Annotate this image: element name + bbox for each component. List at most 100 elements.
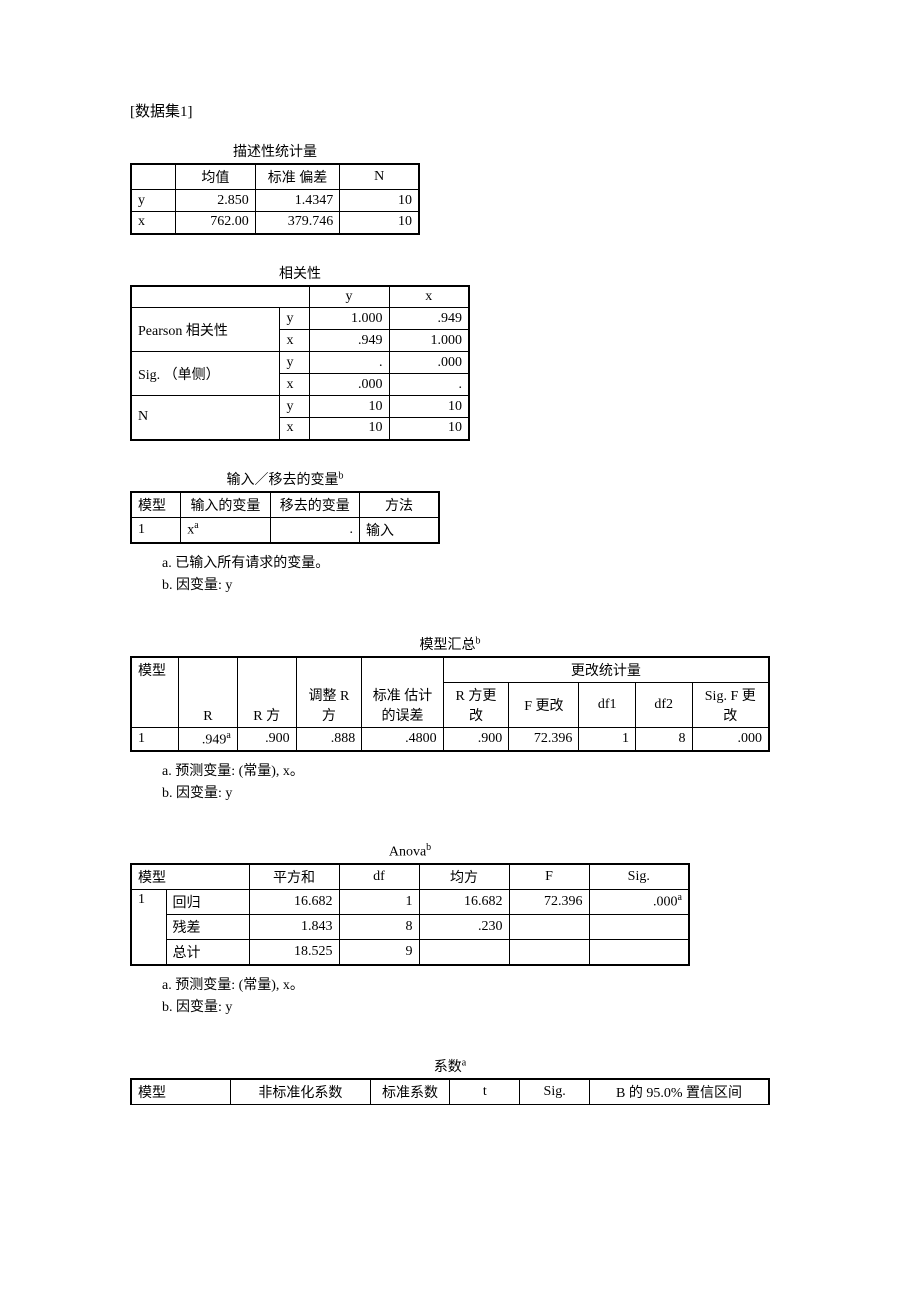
cell-n: 10 — [340, 212, 419, 234]
footnote: b. 因变量: y — [162, 574, 790, 594]
cell-var: x — [280, 374, 309, 396]
cell-val: 10 — [309, 418, 389, 440]
table-row: x 762.00 379.746 10 — [131, 212, 419, 234]
footnote: b. 因变量: y — [162, 996, 790, 1016]
cell-var: y — [280, 396, 309, 418]
cell-var: x — [280, 418, 309, 440]
table-row: 1 .949a .900 .888 .4800 .900 72.396 1 8 … — [131, 727, 769, 751]
header-blank — [131, 164, 176, 190]
cell-group: Sig. （单侧） — [131, 352, 280, 396]
anova-title: Anovab — [130, 842, 690, 861]
cell-sigfchg: .000 — [692, 727, 769, 751]
cell-r: .949a — [179, 727, 238, 751]
cell-std: 1.4347 — [255, 190, 340, 212]
model-summary-section: 模型汇总b 模型 R R 方 调整 R 方 标准 估计的误差 更改统计量 R 方… — [130, 634, 790, 803]
header-mean: 均值 — [176, 164, 256, 190]
header-r: R — [179, 657, 238, 728]
table-header-row: y x — [131, 286, 469, 308]
cell-sig — [589, 939, 689, 965]
table-row: Pearson 相关性 y 1.000 .949 — [131, 308, 469, 330]
cell-ss: 18.525 — [249, 939, 339, 965]
header-sig: Sig. — [520, 1079, 590, 1105]
cell-f: 72.396 — [509, 889, 589, 914]
vars-entered-table: 模型 输入的变量 移去的变量 方法 1 xa . 输入 — [130, 491, 440, 544]
header-df1: df1 — [579, 682, 636, 727]
header-ms: 均方 — [419, 864, 509, 890]
r-sup: a — [226, 730, 230, 741]
table-header-row: 模型 输入的变量 移去的变量 方法 — [131, 492, 439, 518]
cell-val: 1.000 — [309, 308, 389, 330]
cell-ms — [419, 939, 509, 965]
header-x: x — [389, 286, 469, 308]
cell-df1: 1 — [579, 727, 636, 751]
anova-section: Anovab 模型 平方和 df 均方 F Sig. 1 回归 16.682 1… — [130, 842, 790, 1016]
cell-var: y — [131, 190, 176, 212]
model-summary-title: 模型汇总b — [130, 634, 770, 654]
title-sup: a — [462, 1057, 466, 1068]
cell-f — [509, 914, 589, 939]
correlations-title: 相关性 — [130, 263, 470, 283]
table-row: N y 10 10 — [131, 396, 469, 418]
table-header-row: 均值 标准 偏差 N — [131, 164, 419, 190]
cell-label: 总计 — [166, 939, 249, 965]
header-std: 标准 偏差 — [255, 164, 340, 190]
cell-stderr: .4800 — [362, 727, 443, 751]
cell-val: 10 — [389, 396, 469, 418]
cell-label: 回归 — [166, 889, 249, 914]
cell-df: 8 — [339, 914, 419, 939]
table-row: 总计 18.525 9 — [131, 939, 689, 965]
vars-entered-title: 输入／移去的变量b — [130, 469, 440, 489]
cell-model: 1 — [131, 517, 181, 543]
cell-group: N — [131, 396, 280, 440]
table-row: Sig. （单侧） y . .000 — [131, 352, 469, 374]
cell-val: .949 — [389, 308, 469, 330]
footnote: b. 因变量: y — [162, 782, 790, 802]
anova-table: 模型 平方和 df 均方 F Sig. 1 回归 16.682 1 16.682… — [130, 863, 690, 966]
header-model: 模型 — [131, 1079, 231, 1105]
cell-var: x — [280, 330, 309, 352]
cell-df: 9 — [339, 939, 419, 965]
cell-val: . — [389, 374, 469, 396]
cell-group: Pearson 相关性 — [131, 308, 280, 352]
cell-sig — [589, 914, 689, 939]
header-ss: 平方和 — [249, 864, 339, 890]
header-fchg: F 更改 — [509, 682, 579, 727]
table-row: y 2.850 1.4347 10 — [131, 190, 419, 212]
coefficients-section: 系数a 模型 非标准化系数 标准系数 t Sig. B 的 95.0% 置信区间 — [130, 1056, 790, 1105]
title-text: Anova — [389, 845, 426, 860]
cell-ms: .230 — [419, 914, 509, 939]
cell-df: 1 — [339, 889, 419, 914]
sig-sup: a — [678, 892, 682, 903]
title-sup: b — [476, 635, 481, 646]
cell-val: . — [309, 352, 389, 374]
table-row: 残差 1.843 8 .230 — [131, 914, 689, 939]
coefficients-table: 模型 非标准化系数 标准系数 t Sig. B 的 95.0% 置信区间 — [130, 1078, 770, 1105]
title-sup: b — [339, 470, 344, 481]
cell-ms: 16.682 — [419, 889, 509, 914]
header-change-stats: 更改统计量 — [443, 657, 769, 683]
header-model: 模型 — [131, 864, 249, 890]
header-blank — [131, 286, 309, 308]
r-text: .949 — [202, 732, 227, 747]
cell-removed: . — [270, 517, 359, 543]
footnote: a. 预测变量: (常量), x。 — [162, 760, 790, 780]
header-df2: df2 — [635, 682, 692, 727]
header-t: t — [450, 1079, 520, 1105]
entered-sup: a — [194, 520, 198, 531]
vars-entered-section: 输入／移去的变量b 模型 输入的变量 移去的变量 方法 1 xa . 输入 a.… — [130, 469, 790, 594]
correlations-section: 相关性 y x Pearson 相关性 y 1.000 .949 x .949 … — [130, 263, 790, 441]
sig-text: .000 — [653, 895, 678, 910]
header-unstd: 非标准化系数 — [231, 1079, 371, 1105]
table-header-row: 模型 R R 方 调整 R 方 标准 估计的误差 更改统计量 — [131, 657, 769, 683]
cell-ss: 1.843 — [249, 914, 339, 939]
title-text: 模型汇总 — [420, 638, 476, 653]
cell-sig: .000a — [589, 889, 689, 914]
descriptive-stats-title: 描述性统计量 — [130, 141, 420, 161]
descriptive-stats-table: 均值 标准 偏差 N y 2.850 1.4347 10 x 762.00 37… — [130, 163, 420, 235]
table-row: 1 xa . 输入 — [131, 517, 439, 543]
header-model: 模型 — [131, 657, 179, 728]
cell-rsqchg: .900 — [443, 727, 509, 751]
cell-mean: 2.850 — [176, 190, 256, 212]
cell-val: 10 — [389, 418, 469, 440]
cell-val: .000 — [389, 352, 469, 374]
